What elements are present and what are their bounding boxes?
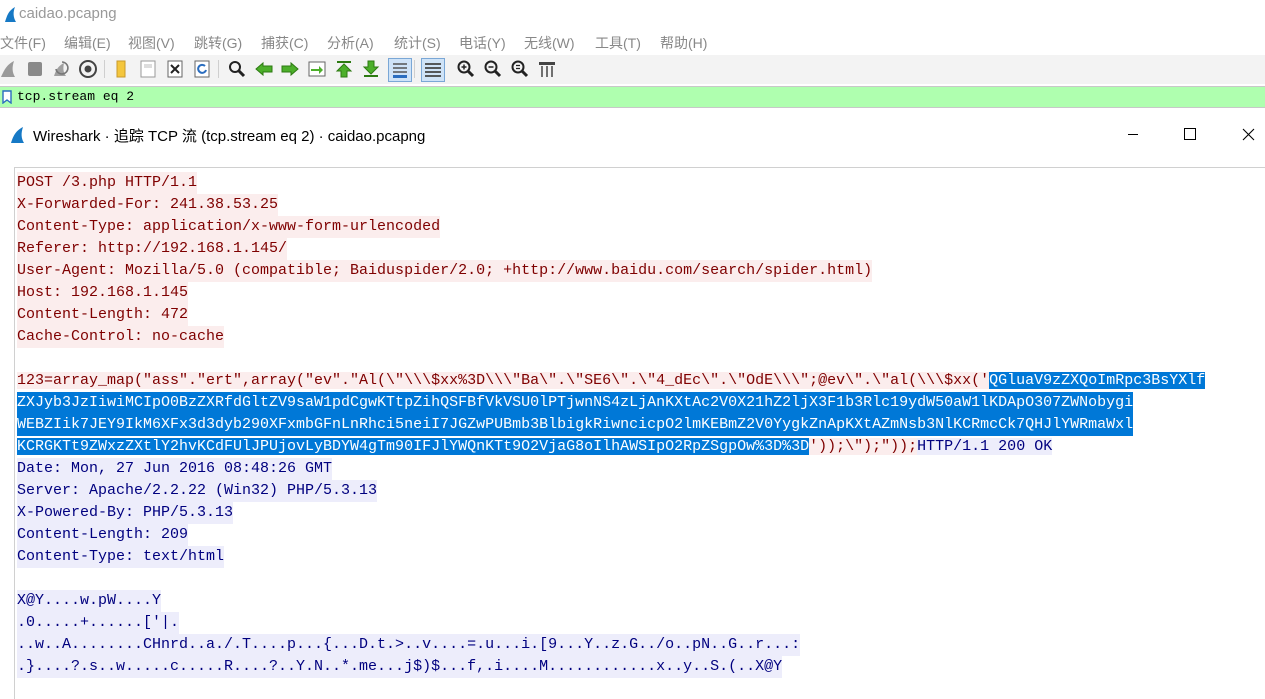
follow-stream-dialog-title-bar: Wireshark · 追踪 TCP 流 (tcp.stream eq 2) ·… bbox=[0, 117, 1265, 151]
main-title-bar: caidao.pcapng bbox=[0, 0, 1265, 30]
stop-icon[interactable] bbox=[25, 59, 45, 79]
server-header-line: Content-Type: text/html bbox=[17, 546, 225, 568]
client-body-prefix: 123=array_map("ass"."ert",array("ev"."Al… bbox=[17, 372, 990, 389]
restart-icon[interactable] bbox=[51, 59, 71, 79]
close-icon bbox=[1242, 128, 1254, 140]
go-back-icon[interactable] bbox=[254, 59, 274, 79]
server-header-line: Date: Mon, 27 Jun 2016 08:48:26 GMT bbox=[17, 458, 333, 480]
server-payload-line: X@Y....w.pW....Y bbox=[17, 590, 162, 612]
menu-wireless[interactable]: 无线(W) bbox=[524, 33, 575, 53]
menu-statistics[interactable]: 统计(S) bbox=[394, 33, 441, 53]
wireshark-fin-icon bbox=[5, 7, 16, 22]
close-button[interactable] bbox=[1225, 117, 1265, 151]
server-status-line: HTTP/1.1 200 OK bbox=[917, 438, 1053, 455]
menu-tools[interactable]: 工具(T) bbox=[595, 33, 641, 53]
maximize-button[interactable] bbox=[1167, 117, 1213, 151]
bookmark-icon[interactable] bbox=[1, 90, 13, 104]
menu-analyze[interactable]: 分析(A) bbox=[327, 33, 374, 53]
maximize-icon bbox=[1184, 128, 1196, 140]
go-to-packet-icon[interactable] bbox=[307, 59, 327, 79]
resize-columns-icon[interactable] bbox=[537, 59, 557, 79]
menu-view[interactable]: 视图(V) bbox=[128, 33, 175, 53]
client-body-suffix: '));\");")); bbox=[809, 438, 918, 455]
selected-payload-line: ZXJyb3JzIiwiMCIpO0BzZXRfdGltZV9saW1pdCgw… bbox=[17, 392, 1134, 414]
selected-payload-text: QGluaV9zZXQoImRpc3BsYXlf bbox=[989, 372, 1206, 389]
display-filter-input[interactable]: tcp.stream eq 2 bbox=[17, 89, 134, 104]
server-payload-line: ..w..A........CHnrd..a./.T....p...{...D.… bbox=[17, 634, 801, 656]
tcp-stream-content[interactable]: POST /3.php HTTP/1.1 X-Forwarded-For: 24… bbox=[14, 167, 1265, 699]
zoom-in-icon[interactable] bbox=[456, 59, 476, 79]
toolbar-separator bbox=[104, 60, 105, 78]
menu-go[interactable]: 跳转(G) bbox=[194, 33, 242, 53]
client-body-line: 123=array_map("ass"."ert",array("ev"."Al… bbox=[17, 370, 1206, 392]
shark-fin-start-icon[interactable] bbox=[0, 59, 20, 79]
server-payload-line: .}....?.s..w.....c.....R....?..Y.N..*.me… bbox=[17, 656, 783, 678]
toolbar-separator bbox=[218, 60, 219, 78]
client-header-line: POST /3.php HTTP/1.1 bbox=[17, 172, 198, 194]
minimize-icon bbox=[1128, 134, 1138, 135]
minimize-button[interactable] bbox=[1110, 117, 1156, 151]
client-header-line: User-Agent: Mozilla/5.0 (compatible; Bai… bbox=[17, 260, 873, 282]
close-file-icon[interactable] bbox=[165, 59, 185, 79]
menu-telephony[interactable]: 电话(Y) bbox=[459, 33, 506, 53]
capture-options-icon[interactable] bbox=[78, 59, 98, 79]
client-header-line: Content-Type: application/x-www-form-url… bbox=[17, 216, 441, 238]
colorize-icon[interactable] bbox=[421, 58, 445, 82]
server-header-line: X-Powered-By: PHP/5.3.13 bbox=[17, 502, 234, 524]
server-header-line: Server: Apache/2.2.22 (Win32) PHP/5.3.13 bbox=[17, 480, 378, 502]
client-header-line: X-Forwarded-For: 241.38.53.25 bbox=[17, 194, 279, 216]
client-header-line: Cache-Control: no-cache bbox=[17, 326, 225, 348]
go-forward-icon[interactable] bbox=[280, 59, 300, 79]
main-window-title: caidao.pcapng bbox=[19, 5, 117, 22]
server-payload-line: .0.....+......['|. bbox=[17, 612, 180, 634]
menu-edit[interactable]: 编辑(E) bbox=[64, 33, 111, 53]
reload-icon[interactable] bbox=[192, 59, 212, 79]
server-header-line: Content-Length: 209 bbox=[17, 524, 189, 546]
menu-help[interactable]: 帮助(H) bbox=[660, 33, 707, 53]
zoom-normal-icon[interactable] bbox=[510, 59, 530, 79]
save-file-icon[interactable] bbox=[138, 59, 158, 79]
find-packet-icon[interactable] bbox=[227, 59, 247, 79]
client-body-line: KCRGKTt9ZWxzZXtlY2hvKCdFUlJPUjovLyBDYW4g… bbox=[17, 436, 1053, 458]
toolbar-separator bbox=[414, 60, 415, 78]
display-filter-bar[interactable]: tcp.stream eq 2 bbox=[0, 86, 1265, 108]
go-last-icon[interactable] bbox=[361, 59, 381, 79]
client-header-line: Content-Length: 472 bbox=[17, 304, 189, 326]
menu-file[interactable]: 文件(F) bbox=[0, 33, 46, 53]
main-toolbar bbox=[0, 55, 1265, 84]
menu-bar: 文件(F) 编辑(E) 视图(V) 跳转(G) 捕获(C) 分析(A) 统计(S… bbox=[0, 30, 1265, 54]
go-first-icon[interactable] bbox=[334, 59, 354, 79]
selected-payload-text: KCRGKTt9ZWxzZXtlY2hvKCdFUlJPUjovLyBDYW4g… bbox=[17, 438, 810, 455]
wireshark-fin-icon bbox=[11, 127, 24, 143]
open-file-icon[interactable] bbox=[111, 59, 131, 79]
menu-capture[interactable]: 捕获(C) bbox=[261, 33, 308, 53]
zoom-out-icon[interactable] bbox=[483, 59, 503, 79]
client-header-line: Host: 192.168.1.145 bbox=[17, 282, 189, 304]
autoscroll-icon[interactable] bbox=[388, 58, 412, 82]
client-header-line: Referer: http://192.168.1.145/ bbox=[17, 238, 288, 260]
dialog-title: Wireshark · 追踪 TCP 流 (tcp.stream eq 2) ·… bbox=[33, 128, 426, 145]
selected-payload-line: WEBZIik7JEY9IkM6XFx3d3dyb290XFxmbGFnLnRh… bbox=[17, 414, 1134, 436]
